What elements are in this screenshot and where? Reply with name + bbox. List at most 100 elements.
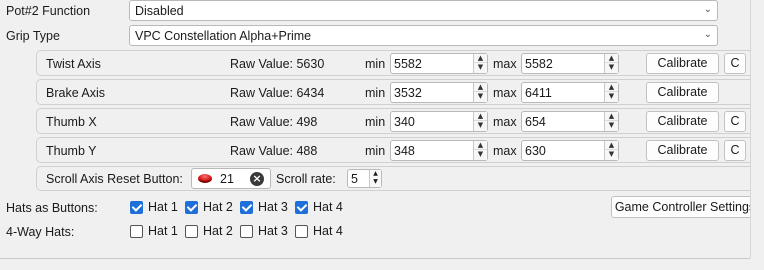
checkbox-checked-icon	[240, 200, 253, 214]
hats-as-buttons-label: Hats as Buttons:	[6, 201, 98, 215]
max-spinbox[interactable]: 5582 ▲ ▼	[521, 53, 619, 74]
axis-row-twist: Twist Axis Raw Value: 5630 min 5582 ▲ ▼ m…	[36, 50, 756, 76]
spin-down-icon[interactable]: ▼	[605, 92, 618, 101]
min-spinbox[interactable]: 3532 ▲ ▼	[390, 82, 488, 103]
max-value: 654	[525, 115, 546, 129]
spin-down-icon[interactable]: ▼	[605, 121, 618, 130]
max-label: max	[493, 115, 517, 129]
vertical-scrollbar[interactable]	[750, 0, 764, 258]
spin-up-icon[interactable]: ▲	[605, 54, 618, 63]
spin-up-icon[interactable]: ▲	[605, 141, 618, 150]
checkbox-unchecked-icon	[295, 224, 308, 238]
spin-up-icon[interactable]: ▲	[474, 83, 487, 92]
min-label: min	[365, 57, 386, 71]
chevron-down-icon: ⌄	[703, 29, 712, 40]
hats-buttons-hat1-checkbox[interactable]: Hat 1	[130, 200, 178, 214]
scroll-rate-label: Scroll rate:	[276, 172, 336, 186]
max-spinbox[interactable]: 630 ▲ ▼	[521, 140, 619, 161]
spin-down-icon[interactable]: ▼	[605, 63, 618, 72]
spin-up-icon[interactable]: ▲	[474, 141, 487, 150]
checkbox-unchecked-icon	[130, 224, 143, 238]
spin-down-icon[interactable]: ▼	[370, 178, 381, 186]
spin-up-icon[interactable]: ▲	[474, 112, 487, 121]
checkbox-label: Hat 2	[203, 224, 233, 238]
axis-name: Brake Axis	[46, 86, 106, 100]
axis-name: Thumb X	[46, 115, 97, 129]
calibrate-button[interactable]: Calibrate	[646, 140, 719, 161]
raw-value: Raw Value: 488	[230, 144, 318, 158]
calibrate-button[interactable]: Calibrate	[646, 111, 719, 132]
hats-buttons-hat3-checkbox[interactable]: Hat 3	[240, 200, 288, 214]
button-number: 21	[220, 172, 234, 186]
axis-row-brake: Brake Axis Raw Value: 6434 min 3532 ▲ ▼ m…	[36, 79, 756, 105]
spin-down-icon[interactable]: ▼	[474, 92, 487, 101]
four-way-hat3-checkbox[interactable]: Hat 3	[240, 224, 288, 238]
max-value: 630	[525, 144, 546, 158]
clear-icon[interactable]: ×	[250, 172, 264, 186]
min-value: 348	[394, 144, 415, 158]
spin-up-icon[interactable]: ▲	[605, 112, 618, 121]
spin-down-icon[interactable]: ▼	[605, 150, 618, 159]
min-label: min	[365, 86, 386, 100]
joystick-button-icon	[198, 174, 212, 183]
max-label: max	[493, 57, 517, 71]
checkbox-unchecked-icon	[185, 224, 198, 238]
grip-type-select[interactable]: VPC Constellation Alpha+Prime ⌄	[129, 25, 718, 46]
min-label: min	[365, 115, 386, 129]
axis-name: Twist Axis	[46, 57, 101, 71]
spin-down-icon[interactable]: ▼	[474, 150, 487, 159]
calibrate-button[interactable]: Calibrate	[646, 53, 719, 74]
max-label: max	[493, 86, 517, 100]
spin-down-icon[interactable]: ▼	[474, 121, 487, 130]
max-spinbox[interactable]: 654 ▲ ▼	[521, 111, 619, 132]
four-way-hat1-checkbox[interactable]: Hat 1	[130, 224, 178, 238]
checkbox-label: Hat 4	[313, 200, 343, 214]
clear-calibration-button[interactable]: C	[724, 111, 746, 132]
hats-buttons-hat4-checkbox[interactable]: Hat 4	[295, 200, 343, 214]
axis-row-thumb-x: Thumb X Raw Value: 498 min 340 ▲ ▼ max 65…	[36, 108, 756, 134]
min-value: 340	[394, 115, 415, 129]
clear-calibration-button[interactable]: C	[724, 53, 746, 74]
four-way-hat2-checkbox[interactable]: Hat 2	[185, 224, 233, 238]
grip-type-label: Grip Type	[6, 29, 60, 43]
spin-up-icon[interactable]: ▲	[605, 83, 618, 92]
checkbox-label: Hat 1	[148, 200, 178, 214]
checkbox-checked-icon	[130, 200, 143, 214]
min-spinbox[interactable]: 5582 ▲ ▼	[390, 53, 488, 74]
checkbox-label: Hat 4	[313, 224, 343, 238]
spin-down-icon[interactable]: ▼	[474, 63, 487, 72]
checkbox-label: Hat 3	[258, 200, 288, 214]
scroll-axis-row: Scroll Axis Reset Button: 21 × Scroll ra…	[36, 166, 756, 191]
pot2-function-select[interactable]: Disabled ⌄	[129, 0, 718, 21]
scroll-reset-label: Scroll Axis Reset Button:	[46, 172, 183, 186]
max-value: 6411	[525, 86, 552, 100]
min-value: 5582	[394, 57, 422, 71]
grip-type-value: VPC Constellation Alpha+Prime	[135, 29, 312, 43]
clear-calibration-button[interactable]: C	[724, 140, 746, 161]
checkbox-label: Hat 3	[258, 224, 288, 238]
game-controller-settings-button[interactable]: Game Controller Settings	[611, 196, 759, 218]
pot2-label: Pot#2 Function	[6, 4, 91, 18]
raw-value: Raw Value: 498	[230, 115, 318, 129]
scroll-rate-spinbox[interactable]: 5 ▲ ▼	[347, 169, 382, 188]
calibrate-button[interactable]: Calibrate	[646, 82, 719, 103]
checkbox-checked-icon	[295, 200, 308, 214]
four-way-hat4-checkbox[interactable]: Hat 4	[295, 224, 343, 238]
checkbox-label: Hat 1	[148, 224, 178, 238]
raw-value: Raw Value: 6434	[230, 86, 325, 100]
max-label: max	[493, 144, 517, 158]
checkbox-unchecked-icon	[240, 224, 253, 238]
min-spinbox[interactable]: 348 ▲ ▼	[390, 140, 488, 161]
reset-button-picker[interactable]: 21 ×	[191, 168, 271, 189]
spin-up-icon[interactable]: ▲	[370, 170, 381, 178]
max-spinbox[interactable]: 6411 ▲ ▼	[521, 82, 619, 103]
pot2-value: Disabled	[135, 4, 184, 18]
checkbox-checked-icon	[185, 200, 198, 214]
checkbox-label: Hat 2	[203, 200, 233, 214]
min-spinbox[interactable]: 340 ▲ ▼	[390, 111, 488, 132]
chevron-down-icon: ⌄	[703, 4, 712, 15]
spin-up-icon[interactable]: ▲	[474, 54, 487, 63]
axis-name: Thumb Y	[46, 144, 97, 158]
hats-buttons-hat2-checkbox[interactable]: Hat 2	[185, 200, 233, 214]
min-label: min	[365, 144, 386, 158]
